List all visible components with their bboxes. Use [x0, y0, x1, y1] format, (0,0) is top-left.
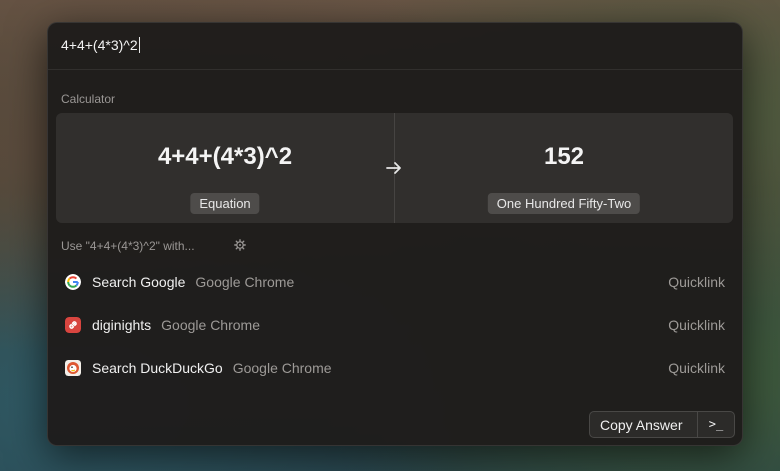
text-caret: [138, 37, 140, 53]
result-row-search-duckduckgo[interactable]: Search DuckDuckGo Google Chrome Quicklink: [56, 349, 733, 387]
result-accessory: Quicklink: [668, 274, 725, 290]
result-subtitle: Google Chrome: [232, 360, 332, 376]
result-text: 152: [543, 143, 585, 170]
copy-answer-button[interactable]: Copy Answer: [589, 411, 697, 438]
result-title: diginights Google Chrome: [92, 317, 260, 333]
result-row-search-google[interactable]: Search Google Google Chrome Quicklink: [56, 263, 733, 301]
result-title: Search Google Google Chrome: [92, 274, 294, 290]
calculator-section-label: Calculator: [61, 92, 116, 106]
result-title: Search DuckDuckGo Google Chrome: [92, 360, 332, 376]
result-subtitle: Google Chrome: [161, 317, 260, 333]
result-subtitle: Google Chrome: [195, 274, 295, 290]
equation-text: 4+4+(4*3)^2: [157, 143, 293, 170]
launcher-window: 4+4+(4*3)^2 Calculator 4+4+(4*3)^2 Equat…: [47, 22, 743, 446]
calculator-panel[interactable]: 4+4+(4*3)^2 Equation 152 One Hundred Fif…: [56, 113, 733, 223]
terminal-actions-button[interactable]: >_: [697, 411, 735, 438]
result-title-text: Search Google: [92, 274, 186, 290]
gear-icon[interactable]: [234, 239, 246, 251]
search-input[interactable]: 4+4+(4*3)^2: [61, 37, 140, 53]
google-icon: [65, 274, 81, 290]
link-icon: [65, 317, 81, 333]
result-tag: One Hundred Fifty-Two: [487, 193, 641, 214]
result-accessory: Quicklink: [668, 317, 725, 333]
equation-tag: Equation: [190, 193, 260, 214]
result-title-text: diginights: [92, 317, 152, 333]
equation-pane[interactable]: 4+4+(4*3)^2 Equation: [56, 113, 394, 223]
search-bar[interactable]: 4+4+(4*3)^2: [48, 23, 742, 70]
search-query: 4+4+(4*3)^2: [61, 37, 138, 53]
use-with-label: Use "4+4+(4*3)^2" with...: [61, 239, 195, 253]
result-accessory: Quicklink: [668, 360, 725, 376]
duckduckgo-icon: [65, 360, 81, 376]
result-pane[interactable]: 152 One Hundred Fifty-Two: [395, 113, 733, 223]
result-row-diginights[interactable]: diginights Google Chrome Quicklink: [56, 306, 733, 344]
result-title-text: Search DuckDuckGo: [92, 360, 223, 376]
